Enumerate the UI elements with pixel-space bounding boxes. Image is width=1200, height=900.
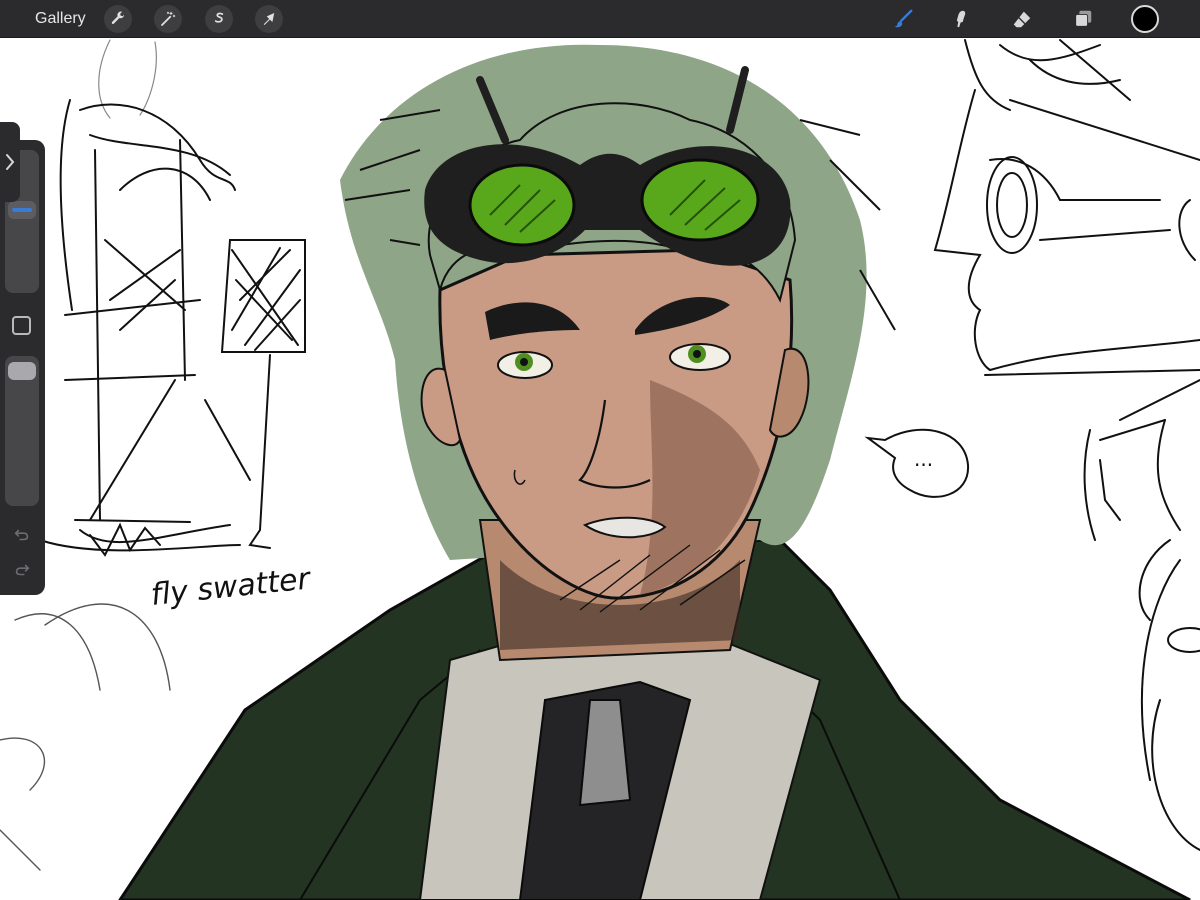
layers-button[interactable] (1069, 5, 1097, 33)
right-profile-sketch (933, 39, 1200, 851)
layers-icon (1075, 10, 1092, 27)
wrench-icon (111, 11, 124, 24)
modify-button[interactable] (12, 316, 31, 335)
gallery-button[interactable]: Gallery (35, 0, 86, 38)
handwritten-note: fly swatter (149, 561, 313, 613)
undo-icon (14, 529, 29, 541)
artwork: fly swatter ... (0, 39, 1200, 900)
magic-wand-icon (161, 11, 176, 26)
speech-bubble-text: ... (914, 447, 933, 471)
opacity-thumb[interactable] (8, 361, 36, 380)
color-picker-swatch[interactable] (1131, 5, 1159, 33)
brush-size-thumb[interactable] (8, 200, 36, 219)
selection-button[interactable] (205, 5, 233, 33)
sidebar-collapse-tab[interactable] (0, 122, 20, 202)
brush-icon (894, 9, 913, 28)
adjustments-button[interactable] (154, 5, 182, 33)
eraser-tool-button[interactable] (1008, 5, 1036, 33)
opacity-slider[interactable] (5, 356, 39, 506)
redo-button[interactable] (12, 560, 32, 580)
arrow-cursor-icon (263, 13, 275, 25)
chevron-right-icon (6, 154, 15, 170)
top-toolbar: Gallery (0, 0, 1200, 38)
drawing-canvas[interactable]: fly swatter ... (0, 38, 1200, 900)
smudge-tool-button[interactable] (947, 5, 975, 33)
main-character-drawing (118, 44, 1191, 900)
undo-button[interactable] (12, 525, 32, 545)
eraser-icon (1013, 11, 1031, 28)
smudge-icon (956, 10, 966, 28)
speech-bubble: ... (864, 428, 970, 498)
redo-icon (15, 564, 30, 576)
brush-tool-button[interactable] (889, 5, 917, 33)
selection-s-icon (214, 12, 224, 23)
left-sidebar (0, 140, 45, 595)
transform-button[interactable] (255, 5, 283, 33)
actions-button[interactable] (104, 5, 132, 33)
